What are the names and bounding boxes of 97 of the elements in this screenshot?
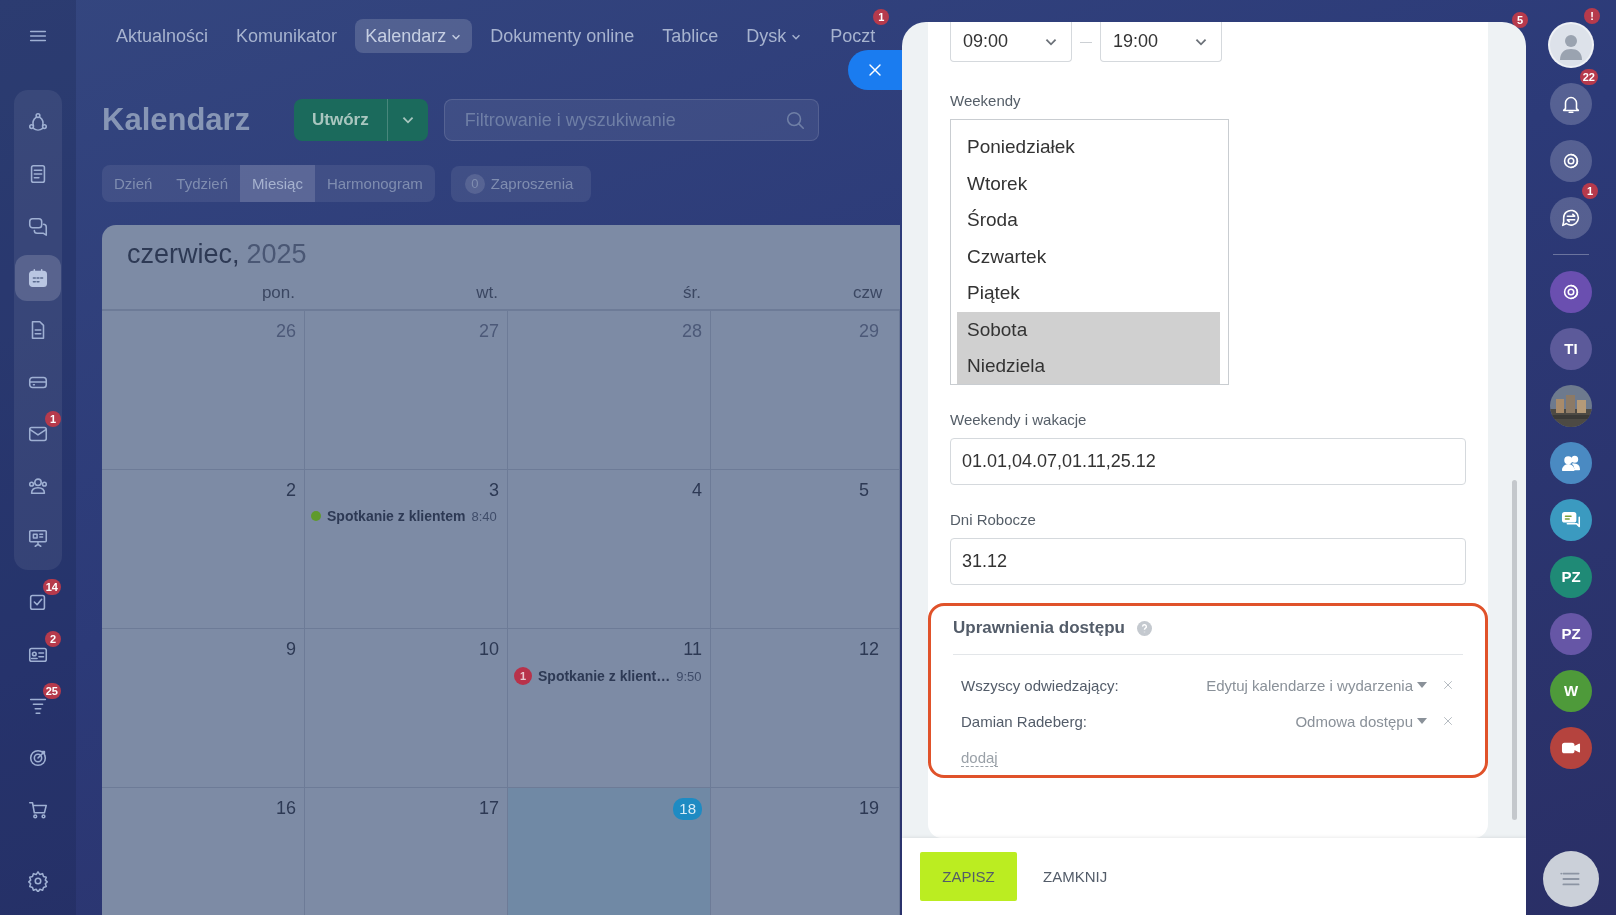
calendar-icon bbox=[27, 267, 49, 289]
nav-tab[interactable]: Dysk bbox=[736, 19, 813, 53]
rule-name: Wszyscy odwiedzający: bbox=[961, 676, 1120, 694]
sidebar-item[interactable]: 2 bbox=[15, 631, 61, 677]
section-title: Uprawnienia dostępu bbox=[953, 618, 1125, 638]
permission-dropdown[interactable]: Edytuj kalendarze i wydarzenia bbox=[1206, 676, 1427, 694]
event-badge: 1 bbox=[514, 667, 532, 685]
nav-tab[interactable]: Dokumenty online bbox=[480, 19, 645, 53]
list-option[interactable]: Wtorek bbox=[957, 165, 1220, 202]
day-number: 12 bbox=[859, 639, 880, 659]
rule-name: Damian Radeberg: bbox=[961, 712, 1088, 730]
field-label: Weekendy i wakacje bbox=[950, 411, 1088, 428]
nav-tab[interactable]: Kalendarz bbox=[355, 19, 473, 53]
caret-icon bbox=[1417, 718, 1427, 724]
target-icon bbox=[27, 747, 49, 769]
day-number: 2 bbox=[286, 480, 296, 500]
count-badge: 14 bbox=[42, 579, 61, 595]
page-title: Kalendarz bbox=[102, 102, 252, 138]
sidebar-button[interactable] bbox=[1550, 441, 1592, 484]
input-field[interactable]: 01.01,04.07,01.11,25.12 bbox=[950, 438, 1466, 485]
sidebar-button[interactable] bbox=[1550, 726, 1592, 769]
people-icon bbox=[27, 475, 49, 497]
circles-icon bbox=[27, 111, 49, 133]
caret-icon bbox=[1417, 682, 1427, 688]
count-badge: 22 bbox=[1579, 69, 1598, 85]
chat-icon bbox=[27, 215, 49, 237]
count-badge: 25 bbox=[42, 683, 61, 699]
close-icon bbox=[1441, 714, 1455, 728]
nav-tab[interactable]: Aktualności bbox=[106, 19, 219, 53]
close-button[interactable] bbox=[848, 50, 902, 90]
chat-avatar[interactable]: W bbox=[1550, 669, 1592, 712]
list-option[interactable]: Środa bbox=[957, 202, 1220, 239]
chat-avatar[interactable]: PZ bbox=[1550, 612, 1592, 655]
close-button[interactable]: ZAMKNIJ bbox=[1023, 852, 1128, 901]
avatar[interactable] bbox=[1548, 21, 1594, 68]
sidebar-item[interactable]: 14 bbox=[15, 579, 61, 625]
day-number: 9 bbox=[286, 639, 296, 659]
count-badge: 1 bbox=[1582, 183, 1598, 199]
list-option[interactable]: Niedziela bbox=[957, 348, 1220, 384]
count-badge: 2 bbox=[45, 631, 61, 647]
settings-icon bbox=[27, 870, 49, 892]
count-badge: 1 bbox=[45, 411, 61, 427]
day-number: 4 bbox=[692, 480, 702, 500]
sidebar-item[interactable] bbox=[15, 255, 61, 301]
view-tab[interactable]: Miesiąc bbox=[240, 165, 315, 202]
weekday-label: wt. bbox=[476, 283, 498, 302]
event-time: 9:50 bbox=[676, 668, 702, 684]
menu-button[interactable] bbox=[1543, 851, 1599, 907]
weekday-label: śr. bbox=[683, 283, 701, 302]
event-time: 8:40 bbox=[471, 508, 497, 524]
sidebar-button[interactable] bbox=[1550, 139, 1592, 182]
add-link[interactable]: dodaj bbox=[961, 749, 998, 767]
count-badge: 1 bbox=[873, 9, 890, 25]
day-number: 10 bbox=[478, 639, 499, 659]
day-number: 16 bbox=[275, 798, 296, 818]
sidebar-button[interactable] bbox=[1550, 82, 1592, 125]
list-option[interactable]: Piątek bbox=[957, 275, 1220, 312]
day-number: 19 bbox=[859, 798, 880, 818]
sidebar-button[interactable] bbox=[1550, 270, 1592, 313]
weekday-label: czw bbox=[853, 283, 883, 302]
sidebar-button[interactable] bbox=[1550, 196, 1592, 239]
presentation-icon bbox=[27, 527, 49, 549]
month-title: czerwiec, bbox=[127, 239, 240, 271]
nav-tab[interactable]: Komunikator bbox=[226, 19, 348, 53]
scrollbar[interactable] bbox=[1512, 480, 1517, 820]
list-option[interactable]: Poniedziałek bbox=[957, 129, 1220, 166]
chat-avatar[interactable]: TI bbox=[1550, 327, 1592, 370]
today-badge: 18 bbox=[673, 798, 702, 820]
sidebar-item[interactable]: 1 bbox=[15, 411, 61, 457]
permission-dropdown[interactable]: Odmowa dostępu bbox=[1295, 712, 1427, 730]
field-label: Dni Robocze bbox=[950, 511, 1037, 528]
count-badge: ! bbox=[1584, 8, 1600, 24]
day-number: 17 bbox=[478, 798, 499, 818]
day-number: 11 bbox=[683, 639, 702, 659]
cart-icon bbox=[27, 799, 49, 821]
weekday-label: pon. bbox=[261, 283, 295, 302]
weekend-list[interactable]: Poniedziałek Wtorek Środa Czwartek Piątek Sobota Niedziela bbox=[950, 119, 1229, 385]
time-select[interactable]: 19:00 bbox=[1100, 22, 1222, 62]
input-field[interactable]: 31.12 bbox=[950, 538, 1466, 585]
chat-avatar[interactable] bbox=[1550, 384, 1592, 427]
sidebar-button[interactable] bbox=[1550, 498, 1592, 541]
list-option[interactable]: Czwartek bbox=[957, 238, 1220, 275]
day-number: 3 bbox=[489, 480, 499, 500]
close-icon bbox=[1441, 678, 1455, 692]
count-badge: 5 bbox=[1512, 12, 1528, 28]
time-select[interactable]: 09:00 bbox=[950, 22, 1072, 62]
chat-avatar[interactable]: PZ bbox=[1550, 555, 1592, 598]
day-number: 5 bbox=[859, 480, 869, 500]
create-button[interactable]: Utwórz bbox=[294, 99, 428, 141]
save-button[interactable]: ZAPISZ bbox=[920, 852, 1017, 901]
list-option[interactable]: Sobota bbox=[957, 311, 1220, 348]
event-title[interactable]: Spotkanie z klientem bbox=[327, 508, 466, 524]
event-title[interactable]: Spotkanie z klient… bbox=[538, 668, 671, 684]
field-label: Weekendy bbox=[950, 92, 1022, 109]
sidebar-item[interactable]: 25 bbox=[15, 683, 61, 729]
nav-tab[interactable]: Tablice bbox=[652, 19, 729, 53]
settings-button[interactable] bbox=[27, 870, 49, 895]
